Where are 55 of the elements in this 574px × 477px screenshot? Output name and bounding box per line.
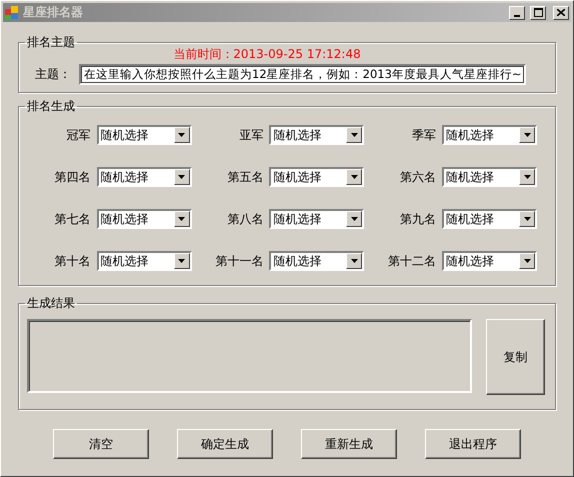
rank-dropdown[interactable]: 随机选择 (96, 167, 192, 187)
rank-label: 第十名 (54, 252, 91, 270)
app-icon (5, 6, 19, 20)
rank-label: 第十二名 (388, 252, 436, 270)
current-time: 当前时间：2013-09-25 17:12:48 (172, 47, 362, 61)
rank-label: 第五名 (227, 168, 264, 186)
rank-dropdown[interactable]: 随机选择 (442, 167, 537, 187)
rank-dropdown[interactable]: 随机选择 (442, 251, 537, 271)
close-icon (557, 9, 565, 16)
action-button[interactable]: 重新生成 (301, 429, 397, 459)
dropdown-arrow-icon (178, 217, 186, 221)
rank-label: 第四名 (54, 168, 91, 186)
rank-label: 第七名 (54, 210, 91, 228)
minimize-icon (514, 14, 520, 16)
dropdown-arrow-icon (350, 175, 358, 179)
rank-label: 冠军 (66, 126, 91, 144)
topic-field[interactable]: 在这里输入你想按照什么主题为12星座排名，例如：2013年度最具人气星座排行~ (79, 64, 526, 85)
dropdown-arrow-icon (178, 259, 186, 263)
rank-dropdown[interactable]: 随机选择 (269, 125, 364, 145)
close-button[interactable] (553, 6, 569, 20)
rank-dropdown[interactable]: 随机选择 (269, 209, 364, 229)
action-button[interactable]: 确定生成 (177, 429, 273, 459)
rank-label: 季军 (412, 126, 436, 144)
minimize-button[interactable] (509, 6, 525, 20)
dropdown-arrow-icon (350, 133, 358, 137)
dropdown-arrow-icon (524, 133, 530, 137)
dropdown-arrow-icon (350, 217, 358, 221)
field-label: 主题： (35, 66, 71, 83)
rank-label: 第十一名 (215, 252, 264, 270)
rank-dropdown[interactable]: 随机选择 (96, 209, 192, 229)
rank-label: 第八名 (227, 210, 264, 228)
maximize-icon (534, 8, 542, 17)
dropdown-arrow-icon (178, 133, 186, 137)
dropdown-arrow-icon (524, 217, 530, 221)
action-button[interactable]: 退出程序 (425, 429, 521, 459)
group-title: 生成结果 (26, 295, 76, 312)
rank-dropdown[interactable]: 随机选择 (442, 125, 537, 145)
rank-dropdown[interactable]: 随机选择 (269, 251, 364, 271)
rank-dropdown[interactable]: 随机选择 (442, 209, 537, 229)
dropdown-arrow-icon (524, 175, 530, 179)
window-title: 星座排名器 (23, 4, 84, 21)
dropdown-arrow-icon (178, 175, 186, 179)
maximize-button[interactable] (530, 6, 546, 20)
rank-dropdown[interactable]: 随机选择 (269, 167, 364, 187)
rank-label: 第六名 (400, 168, 436, 186)
rank-label: 亚军 (239, 126, 264, 144)
action-button[interactable]: 清空 (53, 429, 149, 459)
dropdown-arrow-icon (524, 259, 530, 263)
rank-dropdown[interactable]: 随机选择 (96, 125, 192, 145)
rank-dropdown[interactable]: 随机选择 (96, 251, 192, 271)
copy-button[interactable]: 复制 (486, 319, 545, 395)
group-title: 排名主题 (26, 34, 76, 51)
rank-label: 第九名 (400, 210, 436, 228)
dropdown-arrow-icon (350, 259, 358, 263)
group-title: 排名生成 (26, 98, 76, 115)
